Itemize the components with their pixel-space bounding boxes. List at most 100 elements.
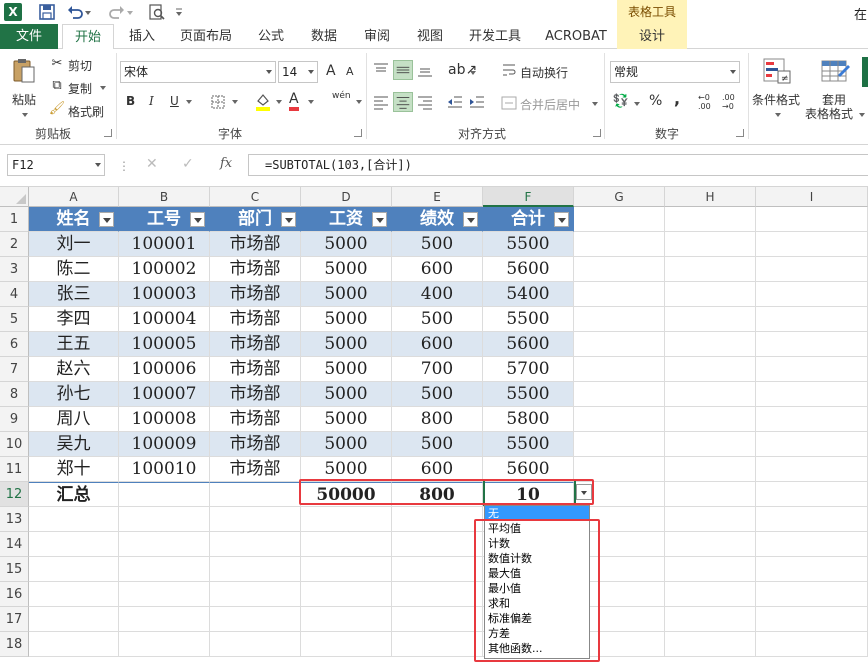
table-cell[interactable]: 5000 bbox=[301, 357, 392, 382]
tab-design[interactable]: 设计 bbox=[617, 24, 687, 49]
insert-function-icon[interactable]: fx bbox=[220, 156, 232, 171]
column-header-e[interactable]: E bbox=[392, 187, 483, 207]
empty-cell[interactable] bbox=[665, 507, 756, 532]
table-cell[interactable]: 500 bbox=[392, 232, 483, 257]
tab-acrobat[interactable]: ACROBAT bbox=[540, 24, 612, 49]
format-painter-button[interactable]: 格式刷 bbox=[68, 103, 104, 120]
empty-cell[interactable] bbox=[574, 257, 665, 282]
empty-cell[interactable] bbox=[665, 232, 756, 257]
empty-cell[interactable] bbox=[756, 282, 868, 307]
paste-icon[interactable] bbox=[10, 57, 38, 85]
empty-cell[interactable] bbox=[210, 507, 301, 532]
column-header-c[interactable]: C bbox=[210, 187, 301, 207]
format-as-table-dropdown-icon[interactable] bbox=[857, 107, 865, 121]
row-header-11[interactable]: 11 bbox=[0, 457, 29, 482]
empty-cell[interactable] bbox=[756, 257, 868, 282]
table-cell[interactable]: 5000 bbox=[301, 307, 392, 332]
empty-cell[interactable] bbox=[756, 407, 868, 432]
empty-cell[interactable] bbox=[756, 457, 868, 482]
empty-cell[interactable] bbox=[301, 607, 392, 632]
align-bottom-icon[interactable] bbox=[416, 61, 434, 79]
format-as-table-icon[interactable] bbox=[820, 57, 850, 87]
empty-cell[interactable] bbox=[665, 557, 756, 582]
table-cell[interactable]: 市场部 bbox=[210, 432, 301, 457]
conditional-formatting-dropdown-icon[interactable] bbox=[773, 107, 781, 121]
tab-data[interactable]: 数据 bbox=[304, 24, 344, 49]
align-middle-icon[interactable] bbox=[393, 60, 413, 80]
tab-file[interactable]: 文件 bbox=[0, 24, 58, 49]
filter-dropdown-icon[interactable] bbox=[554, 212, 569, 227]
table-cell[interactable]: 周八 bbox=[29, 407, 119, 432]
merge-center-button[interactable]: 合并后居中 bbox=[520, 96, 580, 113]
conditional-formatting-icon[interactable]: ≠ bbox=[762, 57, 792, 87]
empty-cell[interactable] bbox=[392, 582, 483, 607]
table-cell[interactable]: 500 bbox=[392, 307, 483, 332]
grow-font-button[interactable]: A bbox=[326, 63, 336, 79]
table-cell[interactable]: 5500 bbox=[483, 382, 574, 407]
merge-center-icon[interactable] bbox=[501, 95, 517, 111]
copy-dropdown-icon[interactable] bbox=[98, 80, 106, 94]
table-header-cell[interactable]: 部门 bbox=[210, 207, 301, 232]
table-cell[interactable]: 5800 bbox=[483, 407, 574, 432]
decrease-decimal-button[interactable]: .00 →0 bbox=[722, 93, 742, 111]
underline-dropdown-icon[interactable] bbox=[184, 94, 192, 108]
tab-page-layout[interactable]: 页面布局 bbox=[174, 24, 238, 49]
table-cell[interactable]: 5000 bbox=[301, 432, 392, 457]
enter-icon[interactable]: ✓ bbox=[182, 156, 194, 172]
tab-review[interactable]: 审阅 bbox=[357, 24, 397, 49]
select-all-corner[interactable] bbox=[0, 187, 29, 207]
empty-cell[interactable] bbox=[665, 332, 756, 357]
table-cell[interactable]: 400 bbox=[392, 282, 483, 307]
table-cell[interactable]: 市场部 bbox=[210, 232, 301, 257]
empty-cell[interactable] bbox=[756, 507, 868, 532]
fill-color-icon[interactable] bbox=[254, 91, 272, 111]
table-cell[interactable]: 5000 bbox=[301, 232, 392, 257]
table-cell[interactable]: 500 bbox=[392, 382, 483, 407]
empty-cell[interactable] bbox=[574, 357, 665, 382]
table-cell[interactable]: 郑十 bbox=[29, 457, 119, 482]
empty-cell[interactable] bbox=[665, 532, 756, 557]
orientation-icon[interactable]: ab↗ bbox=[448, 61, 477, 79]
empty-cell[interactable] bbox=[29, 582, 119, 607]
phonetic-guide-button[interactable]: wén bbox=[332, 91, 351, 101]
empty-cell[interactable] bbox=[574, 207, 665, 232]
total-row-cell[interactable] bbox=[119, 482, 210, 507]
empty-cell[interactable] bbox=[665, 207, 756, 232]
redo-dropdown-icon[interactable] bbox=[126, 3, 134, 21]
table-cell[interactable]: 5600 bbox=[483, 332, 574, 357]
empty-cell[interactable] bbox=[574, 332, 665, 357]
row-header-5[interactable]: 5 bbox=[0, 307, 29, 332]
filter-dropdown-icon[interactable] bbox=[99, 212, 114, 227]
percent-button[interactable]: % bbox=[649, 93, 662, 109]
italic-button[interactable]: I bbox=[149, 94, 154, 108]
font-size-select[interactable]: 14 bbox=[278, 61, 318, 83]
cell-styles-icon[interactable] bbox=[862, 57, 868, 87]
cancel-icon[interactable]: ✕ bbox=[146, 156, 158, 172]
table-cell[interactable]: 800 bbox=[392, 407, 483, 432]
empty-cell[interactable] bbox=[665, 382, 756, 407]
table-header-cell[interactable]: 合计 bbox=[483, 207, 574, 232]
table-cell[interactable]: 100003 bbox=[119, 282, 210, 307]
table-cell[interactable]: 吴九 bbox=[29, 432, 119, 457]
empty-cell[interactable] bbox=[119, 557, 210, 582]
table-cell[interactable]: 市场部 bbox=[210, 307, 301, 332]
column-header-g[interactable]: G bbox=[574, 187, 665, 207]
table-header-cell[interactable]: 工资 bbox=[301, 207, 392, 232]
empty-cell[interactable] bbox=[574, 432, 665, 457]
row-header-2[interactable]: 2 bbox=[0, 232, 29, 257]
number-format-select[interactable]: 常规 bbox=[610, 61, 740, 83]
table-cell[interactable]: 市场部 bbox=[210, 457, 301, 482]
empty-cell[interactable] bbox=[665, 357, 756, 382]
empty-cell[interactable] bbox=[756, 532, 868, 557]
table-cell[interactable]: 王五 bbox=[29, 332, 119, 357]
empty-cell[interactable] bbox=[29, 507, 119, 532]
empty-cell[interactable] bbox=[119, 607, 210, 632]
row-header-3[interactable]: 3 bbox=[0, 257, 29, 282]
empty-cell[interactable] bbox=[756, 607, 868, 632]
empty-cell[interactable] bbox=[665, 257, 756, 282]
empty-cell[interactable] bbox=[574, 282, 665, 307]
empty-cell[interactable] bbox=[756, 582, 868, 607]
table-cell[interactable]: 5000 bbox=[301, 257, 392, 282]
table-cell[interactable]: 5700 bbox=[483, 357, 574, 382]
table-cell[interactable]: 市场部 bbox=[210, 382, 301, 407]
